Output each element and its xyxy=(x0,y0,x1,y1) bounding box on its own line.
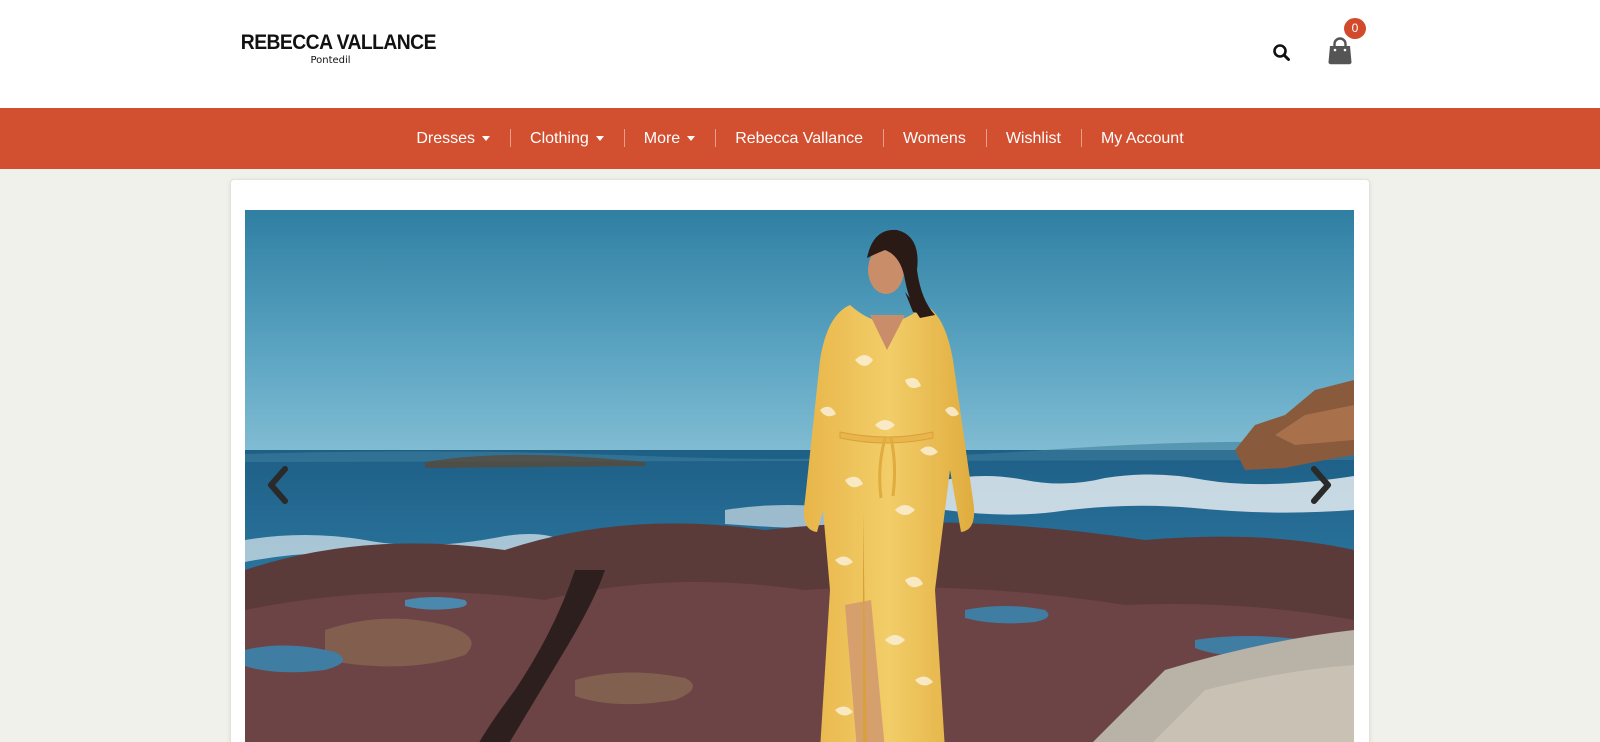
nav-item-label: Clothing xyxy=(530,129,589,147)
nav-item-clothing[interactable]: Clothing xyxy=(510,108,624,169)
site-header: REBECCA VALLANCE Pontedil 0 xyxy=(0,0,1600,108)
nav-item-label: Rebecca Vallance xyxy=(735,129,863,147)
cart-count-badge: 0 xyxy=(1344,18,1366,39)
carousel-prev-button[interactable] xyxy=(263,465,293,505)
brand-subtitle: Pontedil xyxy=(310,55,351,66)
nav-menu: Dresses Clothing More Rebecca Vallance W… xyxy=(0,108,1600,169)
main-navbar: Dresses Clothing More Rebecca Vallance W… xyxy=(0,108,1600,169)
chevron-right-icon xyxy=(1311,466,1331,504)
nav-item-rebecca-vallance[interactable]: Rebecca Vallance xyxy=(715,108,883,169)
nav-item-womens[interactable]: Womens xyxy=(882,108,986,169)
brand-logo[interactable]: REBECCA VALLANCE Pontedil xyxy=(233,31,437,67)
caret-down-icon xyxy=(595,136,604,141)
nav-item-more[interactable]: More xyxy=(623,108,715,169)
search-button[interactable] xyxy=(1271,42,1293,64)
hero-carousel-slide[interactable] xyxy=(245,210,1354,742)
brand-name: REBECCA VALLANCE xyxy=(240,31,437,54)
nav-item-label: Dresses xyxy=(416,129,476,147)
nav-item-wishlist[interactable]: Wishlist xyxy=(985,108,1081,169)
nav-item-dresses[interactable]: Dresses xyxy=(396,108,510,169)
chevron-left-icon xyxy=(268,466,288,504)
carousel-next-button[interactable] xyxy=(1306,465,1336,505)
nav-item-label: More xyxy=(643,129,681,147)
shopping-bag-icon xyxy=(1328,37,1352,65)
nav-item-label: Womens xyxy=(902,129,966,147)
cart-button[interactable] xyxy=(1326,36,1354,66)
search-icon xyxy=(1273,44,1290,61)
nav-item-label: My Account xyxy=(1100,129,1184,147)
nav-item-my-account[interactable]: My Account xyxy=(1080,108,1204,169)
nav-item-label: Wishlist xyxy=(1005,129,1061,147)
caret-down-icon xyxy=(687,136,696,141)
hero-image xyxy=(245,210,1354,742)
caret-down-icon xyxy=(482,136,491,141)
